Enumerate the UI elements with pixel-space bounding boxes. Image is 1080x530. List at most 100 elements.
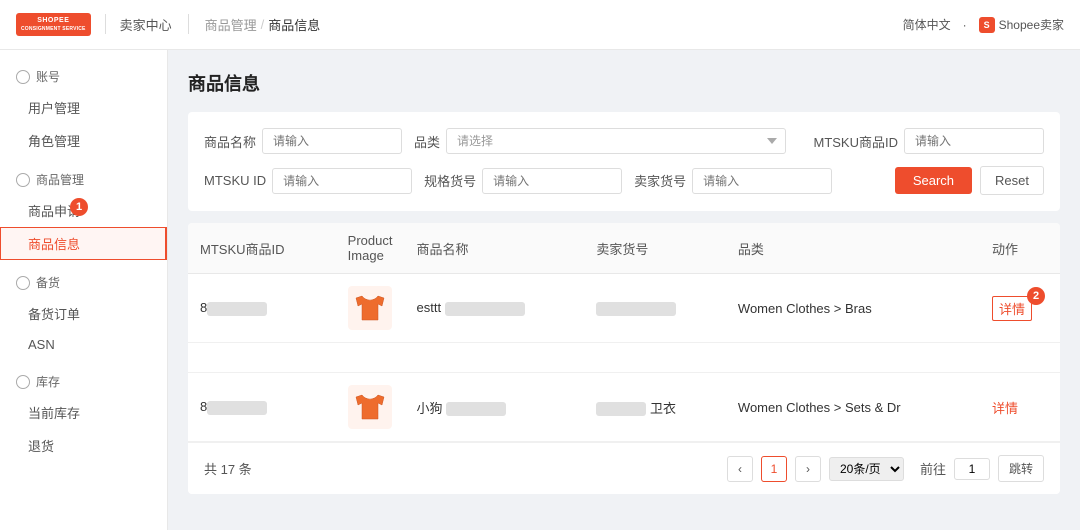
- shirt-icon-1: [352, 290, 388, 326]
- stock-label: 备货: [36, 274, 60, 291]
- filter-actions: Search Reset: [895, 166, 1044, 195]
- sidebar-item-user-mgmt[interactable]: 用户管理: [0, 91, 167, 124]
- filter-input-name[interactable]: [262, 128, 402, 154]
- detail-link-2[interactable]: 详情: [992, 401, 1018, 416]
- content-area: 商品信息 商品名称 品类 请选择 MTSKU商品ID: [168, 50, 1080, 530]
- filter-item-seller: 卖家货号: [634, 168, 832, 194]
- filter-label-mtsku-id: MTSKU商品ID: [813, 132, 898, 151]
- filter-label-mtsku: MTSKU ID: [204, 173, 266, 188]
- sidebar-section-inventory-title: 库存: [0, 367, 167, 396]
- cell-image-1: [336, 274, 405, 343]
- logo-line2: CONSIGNMENT SERVICE: [21, 26, 86, 32]
- product-table: MTSKU商品ID Product Image 商品名称 卖家货号 品类 动作 …: [188, 223, 1060, 442]
- sidebar-section-product: 商品管理 商品申请 1 商品信息: [0, 165, 167, 260]
- sidebar-item-role-mgmt[interactable]: 角色管理: [0, 124, 167, 157]
- breadcrumb-current: 商品信息: [268, 15, 320, 34]
- sidebar-section-product-title: 商品管理: [0, 165, 167, 194]
- col-product-name: 商品名称: [404, 223, 584, 274]
- per-page-select[interactable]: 20条/页: [829, 457, 904, 481]
- filter-row-1: 商品名称 品类 请选择 MTSKU商品ID: [204, 128, 1044, 154]
- sidebar-section-stock-title: 备货: [0, 268, 167, 297]
- logo-box: SHOPEE CONSIGNMENT SERVICE: [16, 13, 91, 35]
- detail-btn-wrapper-1: 详情 2: [992, 296, 1032, 321]
- cell-name-1: esttt: [404, 274, 584, 343]
- page-title: 商品信息: [188, 70, 1060, 96]
- inventory-icon: [16, 375, 30, 389]
- account-label: 账号: [36, 68, 60, 85]
- filter-label-name: 商品名称: [204, 132, 256, 151]
- blurred-mtsku-1: 8: [200, 300, 267, 316]
- product-image-1: [348, 286, 392, 330]
- filter-input-seller[interactable]: [692, 168, 832, 194]
- header-left: SHOPEE CONSIGNMENT SERVICE 卖家中心 商品管理 / 商…: [16, 13, 320, 35]
- cell-action-2: 详情: [980, 373, 1060, 442]
- filter-label-spec: 规格货号: [424, 171, 476, 190]
- col-mtsku-id: MTSKU商品ID: [188, 223, 336, 274]
- logo-line1: SHOPEE: [21, 17, 86, 25]
- product-apply-wrapper: 商品申请 1: [0, 194, 167, 227]
- empty-row: [188, 343, 1060, 373]
- account-icon: [16, 70, 30, 84]
- blurred-name-1: [445, 302, 525, 316]
- blurred-name-2: [446, 402, 506, 416]
- sidebar-item-stock-order[interactable]: 备货订单: [0, 297, 167, 330]
- header-right: 简体中文 · S Shopee卖家: [903, 16, 1064, 33]
- go-btn[interactable]: 跳转: [998, 455, 1044, 482]
- go-page-input[interactable]: [954, 458, 990, 480]
- table-card: MTSKU商品ID Product Image 商品名称 卖家货号 品类 动作 …: [188, 223, 1060, 494]
- filter-item-category: 品类 请选择: [414, 128, 786, 154]
- col-product-image: Product Image: [336, 223, 405, 274]
- blurred-mtsku-2: 8: [200, 399, 267, 415]
- filter-input-mtsku[interactable]: [272, 168, 412, 194]
- product-image-2: [348, 385, 392, 429]
- lang-sep: ·: [963, 18, 967, 32]
- sidebar-item-asn[interactable]: ASN: [0, 330, 167, 359]
- pagination-controls: ‹ 1 › 20条/页 前往 跳转: [727, 455, 1044, 482]
- detail-badge-2: 2: [1027, 287, 1045, 305]
- cell-seller-1: [584, 274, 726, 343]
- detail-link-1[interactable]: 详情: [999, 302, 1025, 317]
- lang-label[interactable]: 简体中文: [903, 16, 951, 33]
- breadcrumb: 商品管理 / 商品信息: [205, 15, 321, 34]
- filter-label-seller: 卖家货号: [634, 171, 686, 190]
- table-row-empty: [188, 343, 1060, 373]
- cell-mtsku-id-1: 8: [188, 274, 336, 343]
- cell-category-1: Women Clothes > Bras: [726, 274, 980, 343]
- reset-button[interactable]: Reset: [980, 166, 1044, 195]
- product-name-1: esttt: [416, 300, 441, 315]
- cell-image-2: [336, 373, 405, 442]
- filter-input-spec[interactable]: [482, 168, 622, 194]
- sidebar-item-product-info[interactable]: 商品信息: [0, 227, 167, 260]
- table-body: 8 esttt: [188, 274, 1060, 442]
- filter-item-spec: 规格货号: [424, 168, 622, 194]
- logo-area: SHOPEE CONSIGNMENT SERVICE 卖家中心: [16, 13, 172, 35]
- header-divider: [105, 14, 106, 34]
- sidebar-section-account: 账号 用户管理 角色管理: [0, 62, 167, 157]
- sidebar-item-returns[interactable]: 退货: [0, 429, 167, 462]
- page-prev-btn[interactable]: ‹: [727, 456, 753, 482]
- header-divider2: [188, 14, 189, 34]
- cell-name-2: 小狗: [404, 373, 584, 442]
- product-icon: [16, 173, 30, 187]
- product-suffix-2: 卫衣: [650, 401, 676, 416]
- sidebar-section-inventory: 库存 当前库存 退货: [0, 367, 167, 462]
- page-current-btn[interactable]: 1: [761, 456, 787, 482]
- table-row-2: 8 小狗: [188, 373, 1060, 442]
- blurred-seller-1: [596, 302, 676, 316]
- sidebar-item-current-stock[interactable]: 当前库存: [0, 396, 167, 429]
- filter-input-mtsku-id[interactable]: [904, 128, 1044, 154]
- shopee-seller-label: Shopee卖家: [999, 16, 1064, 33]
- filter-select-category[interactable]: 请选择: [446, 128, 786, 154]
- pagination: 共 17 条 ‹ 1 › 20条/页 前往 跳转: [188, 442, 1060, 494]
- search-button[interactable]: Search: [895, 167, 972, 194]
- sidebar-badge-1: 1: [70, 198, 88, 216]
- cell-seller-2: 卫衣: [584, 373, 726, 442]
- cell-category-2: Women Clothes > Sets & Dr: [726, 373, 980, 442]
- filter-item-name: 商品名称: [204, 128, 402, 154]
- seller-center-label: 卖家中心: [120, 15, 172, 34]
- page-next-btn[interactable]: ›: [795, 456, 821, 482]
- table-header-row: MTSKU商品ID Product Image 商品名称 卖家货号 品类 动作: [188, 223, 1060, 274]
- cell-action-1: 详情 2: [980, 274, 1060, 343]
- breadcrumb-parent[interactable]: 商品管理: [205, 15, 257, 34]
- product-name-2: 小狗: [416, 401, 442, 416]
